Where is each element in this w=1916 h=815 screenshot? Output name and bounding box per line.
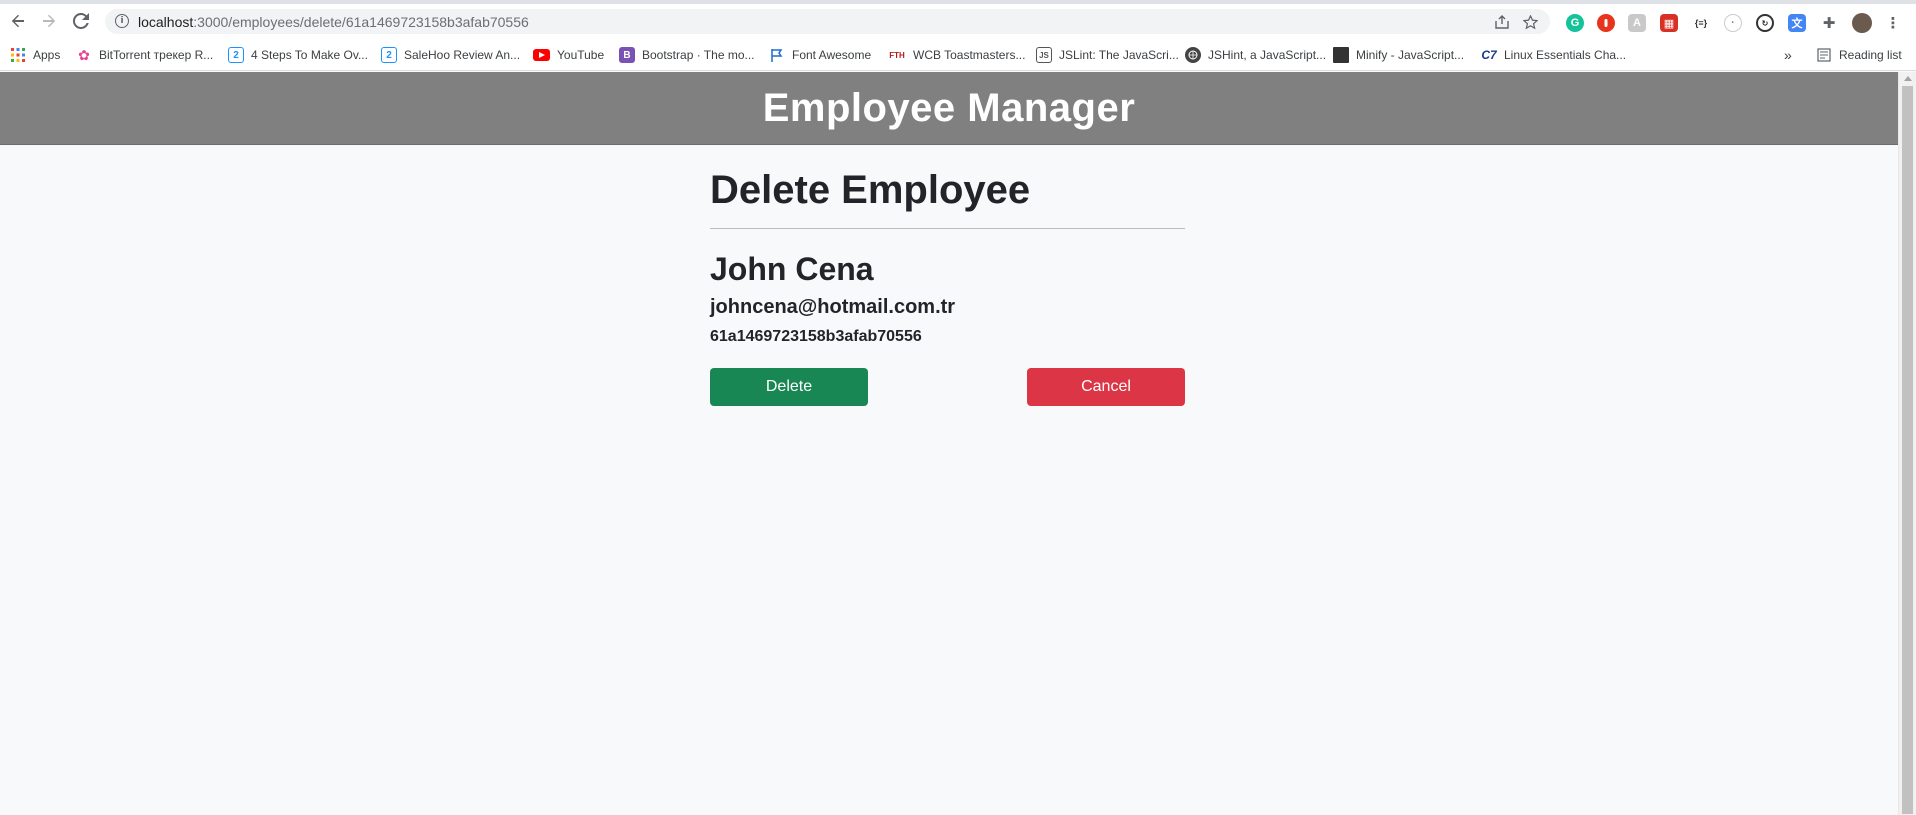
bookmark-apps[interactable]: Apps [10,45,60,65]
bookmark-label: BitTorrent трекер R... [99,48,214,62]
minify-icon [1333,47,1349,63]
arrow-right-icon [43,14,56,28]
bookmark-wcb-toastmasters[interactable]: FTH WCB Toastmasters... [888,45,1025,65]
bookmarks-bar: Apps ✿ BitTorrent трекер R... 2 4 Steps … [0,38,1916,71]
youtube-icon [533,49,550,61]
reading-list-label: Reading list [1839,48,1902,62]
bookmark-label: 4 Steps To Make Ov... [251,48,368,62]
action-buttons: Delete Cancel [710,368,1185,406]
bookmark-bittorrent[interactable]: ✿ BitTorrent трекер R... [76,45,213,65]
c7-icon: C7 [1481,48,1497,62]
cancel-button[interactable]: Cancel [1027,368,1185,406]
page-title: Delete Employee [710,168,1031,212]
bootstrap-icon: B [619,47,635,63]
employee-email: johncena@hotmail.com.tr [710,296,956,318]
flag-icon [769,47,785,63]
bookmark-font-awesome[interactable]: Font Awesome [769,45,871,65]
bookmark-jslint[interactable]: JS JSLint: The JavaScri... [1036,45,1179,65]
bookmark-label: JSLint: The JavaScri... [1059,48,1179,62]
extension-gray-icon[interactable]: A [1628,14,1646,32]
url-host: localhost [138,14,194,30]
apps-grid-icon [10,47,26,63]
bookmark-youtube[interactable]: YouTube [533,45,604,65]
extensions-puzzle-icon[interactable]: ✚ [1820,14,1838,32]
info-icon[interactable]: i [115,14,129,28]
site-icon: 2 [228,47,244,63]
scroll-up-arrow-icon[interactable] [1904,76,1912,81]
reading-list-button[interactable]: Reading list [1816,45,1902,65]
bookmark-label: Font Awesome [792,48,872,62]
extension-red-icon[interactable]: ▦ [1660,14,1678,32]
page-scrollbar[interactable] [1898,72,1916,815]
url-text[interactable]: localhost:3000/employees/delete/61a14697… [138,14,529,30]
site-icon: 2 [381,47,397,63]
menu-kebab-icon[interactable]: ⋮ [1884,14,1902,32]
reading-list-icon [1816,47,1832,63]
bookmark-minify[interactable]: Minify - JavaScript... [1333,45,1464,65]
bookmark-label: JSHint, a JavaScript... [1208,48,1327,62]
toastmasters-icon: FTH [889,50,905,60]
bookmark-salehoo[interactable]: 2 SaleHoo Review An... [381,45,520,65]
globe-icon [1185,47,1201,63]
divider [710,228,1185,229]
bittorrent-icon: ✿ [78,46,90,63]
back-button[interactable] [5,9,31,33]
bookmark-jshint[interactable]: JSHint, a JavaScript... [1185,45,1326,65]
extension-circle-icon[interactable]: · [1724,14,1742,32]
bookmark-label: WCB Toastmasters... [913,48,1026,62]
forward-button[interactable] [36,9,62,33]
bookmark-4-steps[interactable]: 2 4 Steps To Make Ov... [228,45,368,65]
employee-name: John Cena [710,251,874,287]
bookmark-label: Linux Essentials Cha... [1504,48,1627,62]
more-bookmarks-button[interactable]: » [1784,45,1792,65]
bookmark-label: Bootstrap · The mo... [642,48,755,62]
scrollbar-thumb[interactable] [1902,86,1913,814]
bookmark-star-icon[interactable] [1521,13,1539,31]
google-translate-icon[interactable]: 文 [1788,14,1806,32]
adblock-icon[interactable] [1597,14,1615,32]
bookmark-label: SaleHoo Review An... [404,48,521,62]
app-title: Employee Manager [762,85,1136,130]
delete-employee-panel: Delete Employee John Cena johncena@hotma… [710,170,1185,406]
page-viewport: Employee Manager Delete Employee John Ce… [0,72,1898,815]
profile-avatar-icon[interactable] [1852,13,1872,33]
reload-icon [73,13,89,29]
json-viewer-icon[interactable]: {≡} [1692,14,1710,32]
bookmark-label: YouTube [557,48,605,62]
bookmark-bootstrap[interactable]: B Bootstrap · The mo... [619,45,755,65]
arrow-left-icon [11,14,24,28]
browser-toolbar: i localhost:3000/employees/delete/61a146… [0,4,1916,38]
url-path: :3000/employees/delete/61a1469723158b3af… [193,14,529,30]
address-bar[interactable]: i localhost:3000/employees/delete/61a146… [105,9,1550,34]
extension-ring-icon[interactable]: ↻ [1756,14,1774,32]
bookmark-label: Minify - JavaScript... [1356,48,1465,62]
more-bookmarks-label: » [1784,47,1792,63]
bookmark-linux-essentials[interactable]: C7 Linux Essentials Cha... [1481,45,1626,65]
reload-button[interactable] [68,9,94,33]
share-icon[interactable] [1493,13,1511,31]
jslint-icon: JS [1036,47,1052,63]
employee-id: 61a1469723158b3afab70556 [710,328,922,345]
delete-button[interactable]: Delete [710,368,868,406]
bookmark-label: Apps [33,48,61,62]
grammarly-icon[interactable]: G [1566,14,1584,32]
app-header: Employee Manager [0,72,1898,145]
